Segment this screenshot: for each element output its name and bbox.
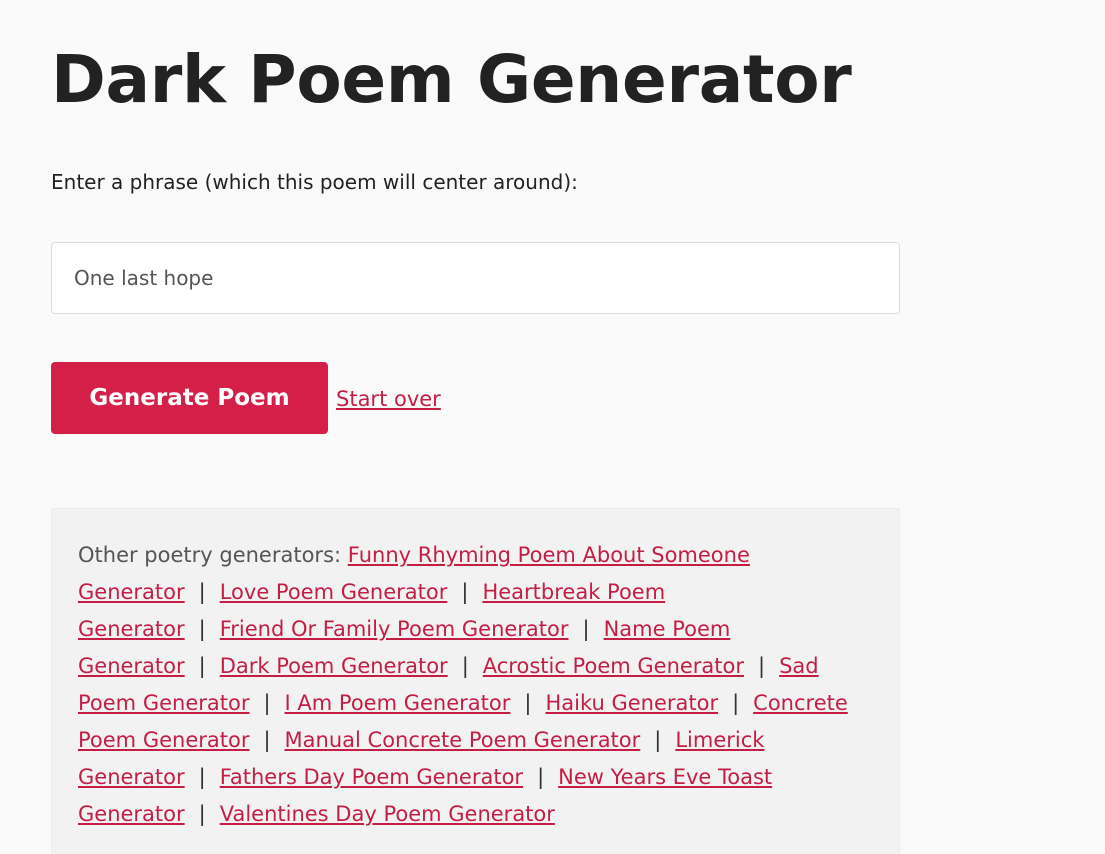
generator-link[interactable]: Manual Concrete Poem Generator bbox=[285, 728, 641, 752]
phrase-input[interactable] bbox=[51, 242, 900, 314]
link-separator: | bbox=[582, 617, 590, 641]
link-separator: | bbox=[263, 691, 271, 715]
link-separator: | bbox=[198, 617, 206, 641]
generator-link[interactable]: Valentines Day Poem Generator bbox=[220, 802, 555, 826]
link-separator: | bbox=[198, 802, 206, 826]
generator-link[interactable]: Haiku Generator bbox=[545, 691, 718, 715]
start-over-link[interactable]: Start over bbox=[336, 385, 441, 413]
generator-link[interactable]: Dark Poem Generator bbox=[220, 654, 448, 678]
link-separator: | bbox=[198, 765, 206, 789]
phrase-prompt-label: Enter a phrase (which this poem will cen… bbox=[51, 170, 578, 194]
generator-link[interactable]: Acrostic Poem Generator bbox=[483, 654, 744, 678]
generate-poem-button[interactable]: Generate Poem bbox=[51, 362, 328, 434]
link-separator: | bbox=[537, 765, 545, 789]
generator-link[interactable]: Fathers Day Poem Generator bbox=[220, 765, 523, 789]
link-separator: | bbox=[198, 580, 206, 604]
generator-link[interactable]: Love Poem Generator bbox=[220, 580, 448, 604]
link-separator: | bbox=[758, 654, 766, 678]
link-separator: | bbox=[263, 728, 271, 752]
link-separator: | bbox=[732, 691, 740, 715]
page-title: Dark Poem Generator bbox=[51, 41, 852, 118]
generator-link[interactable]: I Am Poem Generator bbox=[285, 691, 511, 715]
other-generators-panel: Other poetry generators: Funny Rhyming P… bbox=[51, 508, 900, 854]
generator-link[interactable]: Friend Or Family Poem Generator bbox=[220, 617, 569, 641]
link-separator: | bbox=[461, 654, 469, 678]
other-generators-intro: Other poetry generators: bbox=[78, 543, 342, 567]
link-separator: | bbox=[461, 580, 469, 604]
link-separator: | bbox=[654, 728, 662, 752]
link-separator: | bbox=[198, 654, 206, 678]
link-separator: | bbox=[524, 691, 532, 715]
page: Dark Poem Generator Enter a phrase (whic… bbox=[0, 0, 1105, 854]
